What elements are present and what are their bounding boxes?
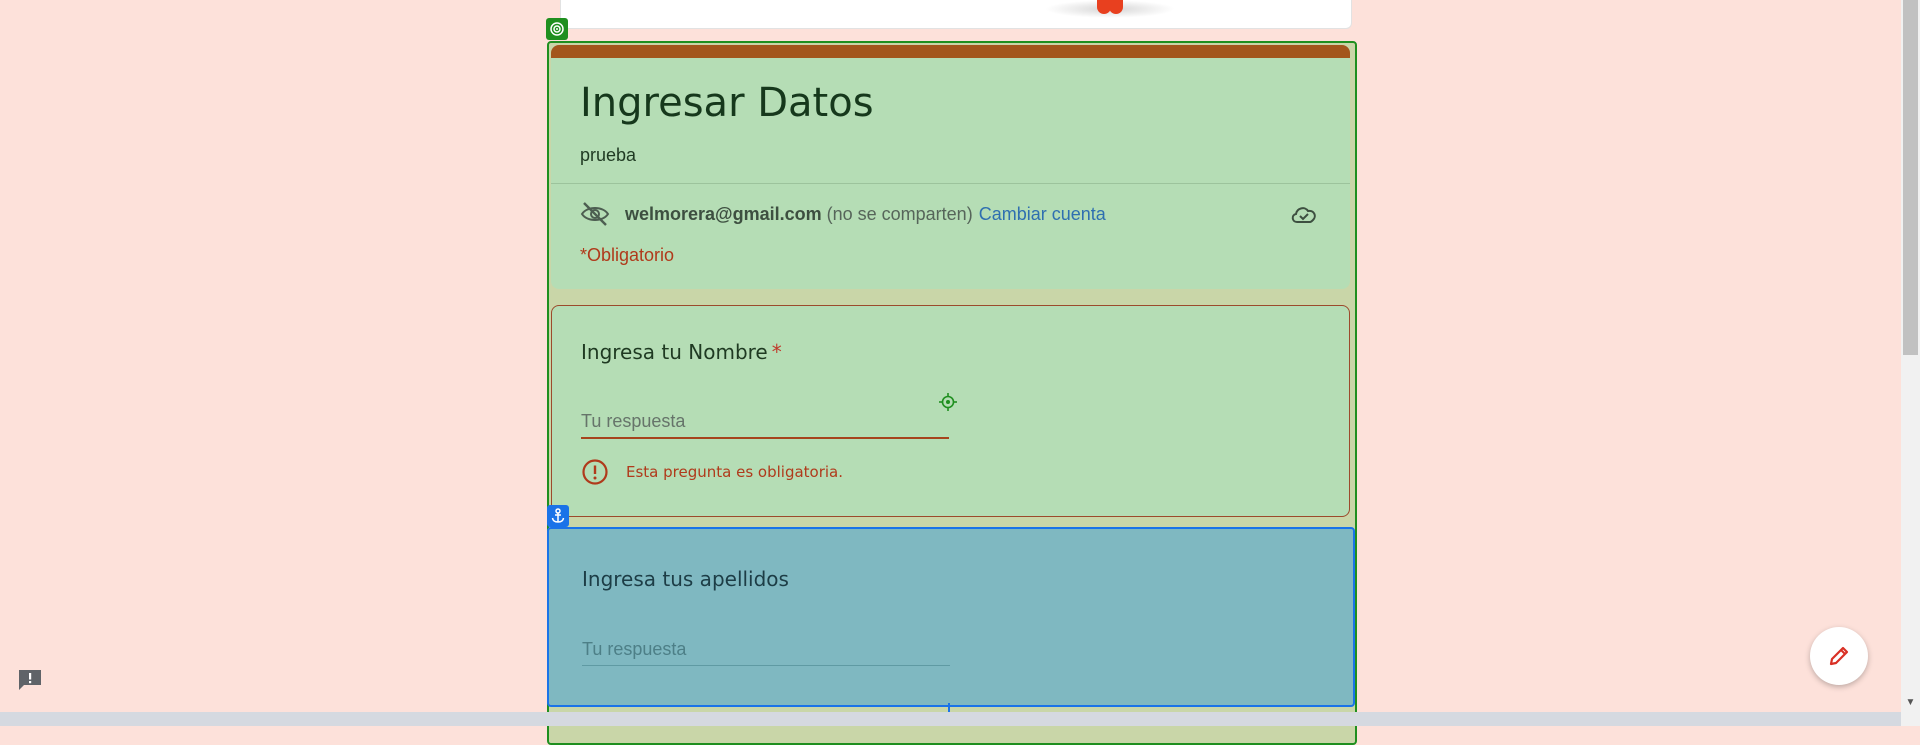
header-image-card <box>560 0 1352 29</box>
scroll-down-arrow[interactable]: ▼ <box>1903 697 1918 711</box>
pencil-icon <box>1829 646 1849 666</box>
error-message: Esta pregunta es obligatoria. <box>626 463 844 481</box>
required-note: *Obligatorio <box>580 245 675 265</box>
header-divider <box>551 183 1350 184</box>
account-privacy-note: (no se comparten) <box>826 203 973 224</box>
eye-off-icon <box>580 202 610 226</box>
question-title: Ingresa tu Nombre * <box>581 340 782 364</box>
account-row: welmorera@gmail.com (no se comparten) Ca… <box>580 199 1320 229</box>
nombre-input[interactable] <box>581 405 949 439</box>
header-image-ornament <box>1045 0 1175 18</box>
switch-account-link[interactable]: Cambiar cuenta <box>979 204 1106 225</box>
anchor-icon[interactable] <box>547 505 569 527</box>
question-card-nombre: Ingresa tu Nombre* Esta pregunta es obli… <box>551 305 1350 517</box>
taskbar-strip <box>0 712 1901 726</box>
header-accent-bar <box>551 45 1350 58</box>
feedback-icon[interactable] <box>17 668 43 692</box>
form-title: Ingresar Datos <box>580 80 874 126</box>
question-card-apellidos: Ingresa tus apellidos <box>547 527 1355 707</box>
account-email: welmorera@gmail.com <box>625 203 822 224</box>
form-header-card: Ingresar Datos prueba welmorera@gmail.co… <box>551 45 1350 289</box>
scrollbar-thumb[interactable] <box>1903 0 1918 355</box>
form-description: prueba <box>580 145 637 165</box>
error-icon <box>582 459 608 485</box>
edit-button[interactable] <box>1810 627 1868 685</box>
apellidos-input[interactable] <box>582 633 950 666</box>
required-asterisk: * <box>771 340 782 364</box>
cloud-check-icon <box>1291 207 1316 223</box>
target-icon[interactable] <box>546 18 568 40</box>
question-title: Ingresa tus apellidos <box>582 567 789 591</box>
question-title-text: Ingresa tu Nombre <box>581 340 768 364</box>
ornament-drop <box>1109 0 1123 14</box>
